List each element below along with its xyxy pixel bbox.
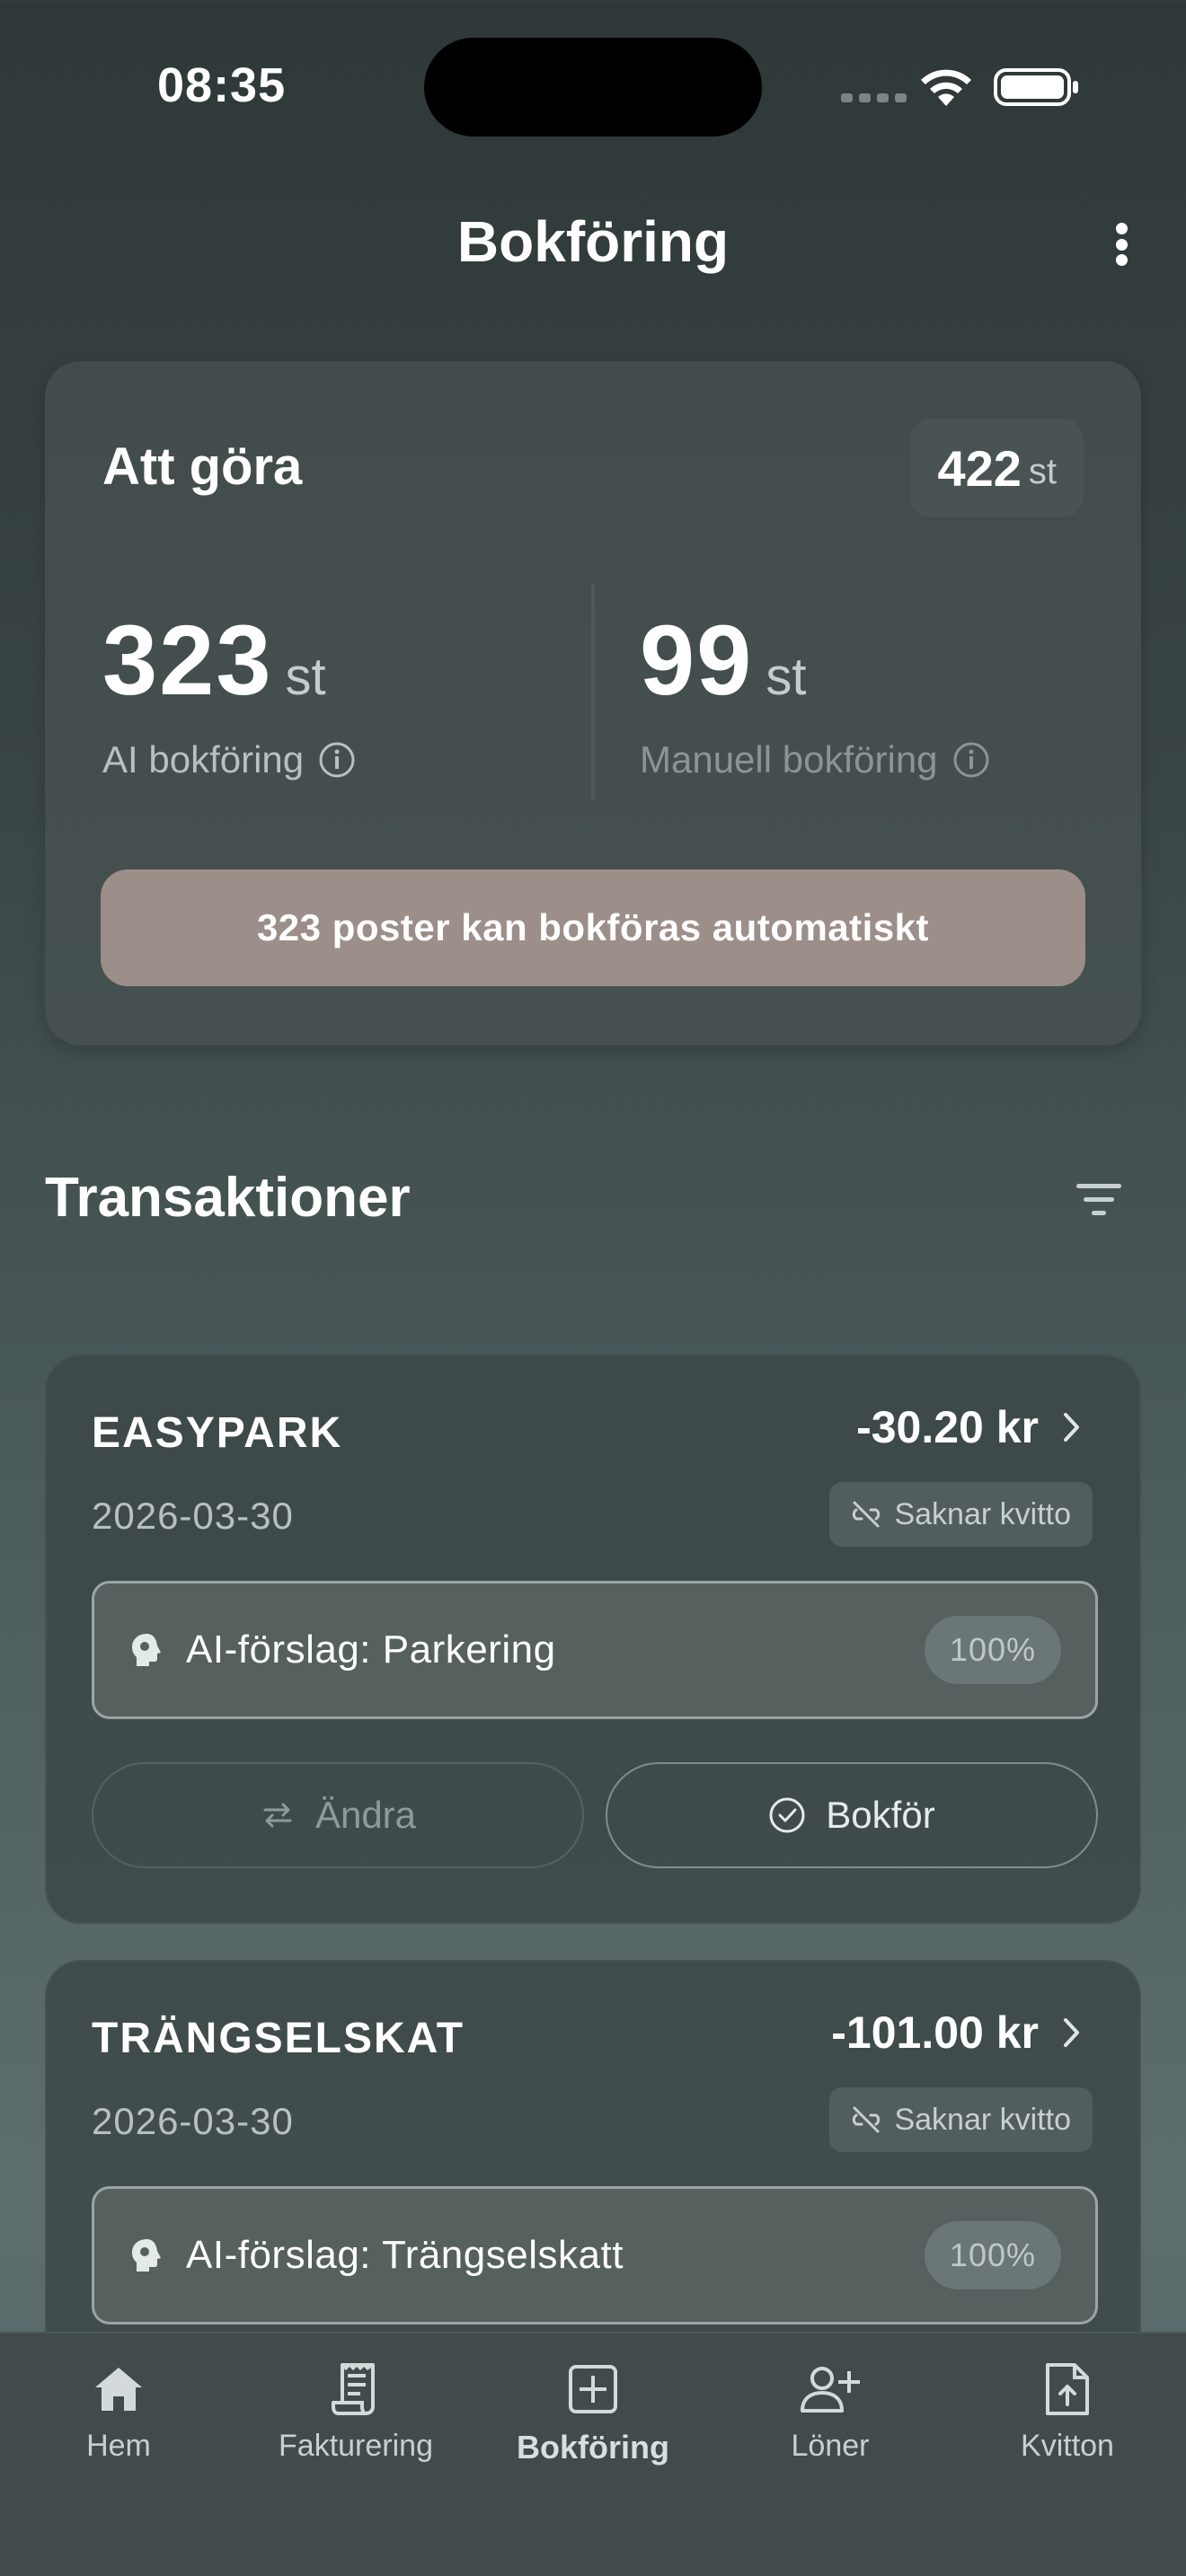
nav-label: Kvitton [1021, 2429, 1114, 2463]
manual-unit: st [766, 648, 807, 706]
total-unit: st [1028, 451, 1057, 491]
confidence-badge: 100% [924, 2221, 1061, 2289]
ai-suggestion-text: AI-förslag: Trängselskatt [186, 2233, 624, 2277]
change-button[interactable]: Ändra [92, 1762, 584, 1868]
nav-label: Löner [791, 2429, 870, 2463]
nav-item-receipts[interactable]: Kvitton [960, 2360, 1175, 2464]
todo-summary-card: Att göra 422 st 323st 99st AI bokföring … [45, 361, 1141, 1045]
plus-square-icon [569, 2365, 617, 2413]
ai-suggestion-box[interactable]: AI-förslag: Parkering 100% [92, 1581, 1098, 1719]
ai-unit: st [285, 648, 326, 706]
summary-title: Att göra [102, 437, 303, 496]
auto-book-button[interactable]: 323 poster kan bokföras automatiskt [101, 869, 1085, 986]
transaction-amount-row[interactable]: -30.20 kr [856, 1401, 1082, 1453]
link-off-icon [853, 2106, 881, 2133]
home-icon [95, 2368, 142, 2411]
missing-receipt-badge[interactable]: Saknar kvitto [829, 1482, 1093, 1547]
manual-count-stat[interactable]: 99st [640, 604, 806, 718]
missing-receipt-badge[interactable]: Saknar kvitto [829, 2087, 1093, 2152]
chevron-right-icon[interactable] [1062, 1411, 1082, 1443]
total-count: 422 [937, 439, 1022, 497]
nav-item-invoicing[interactable]: Fakturering [248, 2360, 464, 2464]
manual-count: 99 [640, 605, 754, 716]
ai-suggestion-box[interactable]: AI-förslag: Trängselskatt 100% [92, 2186, 1098, 2325]
nav-label: Fakturering [279, 2429, 433, 2463]
page-title: Bokföring [456, 209, 730, 274]
transaction-name: EASYPARK [92, 1409, 343, 1457]
ai-head-icon [132, 2239, 161, 2272]
change-label: Ändra [314, 1794, 417, 1836]
ai-suggestion-text: AI-förslag: Parkering [186, 1628, 556, 1672]
wifi-icon [921, 69, 971, 106]
receipt-status-text: Saknar kvitto [894, 1496, 1071, 1531]
transaction-date: 2026-03-30 [92, 1495, 294, 1537]
more-options-icon[interactable] [1102, 216, 1141, 273]
swap-icon [263, 1803, 292, 1828]
stat-divider [591, 584, 595, 799]
person-add-icon [801, 2367, 860, 2413]
total-count-badge: 422 st [910, 419, 1084, 517]
manual-label-text: Manuell bokföring [640, 738, 938, 781]
filter-icon[interactable] [1075, 1178, 1123, 1222]
info-icon[interactable] [952, 741, 990, 779]
ai-count-stat[interactable]: 323st [102, 604, 326, 718]
ai-count: 323 [102, 605, 273, 716]
invoice-icon [332, 2362, 375, 2415]
nav-label: Bokföring [517, 2429, 669, 2466]
status-bar: 08:35 [0, 0, 1186, 180]
nav-label: Hem [86, 2429, 151, 2463]
transactions-title: Transaktioner [45, 1167, 411, 1229]
cellular-signal-icon [841, 93, 907, 102]
nav-item-home[interactable]: Hem [11, 2360, 226, 2464]
chevron-right-icon[interactable] [1062, 2016, 1082, 2049]
transaction-card[interactable]: EASYPARK -30.20 kr 2026-03-30 Saknar kvi… [45, 1354, 1141, 1924]
transaction-name: TRÄNGSELSKAT [92, 2015, 465, 2062]
ai-label-text: AI bokföring [102, 738, 305, 781]
nav-item-payroll[interactable]: Löner [722, 2360, 938, 2464]
nav-item-bookkeeping[interactable]: Bokföring [485, 2360, 701, 2466]
transaction-amount: -101.00 kr [831, 2007, 1039, 2058]
file-upload-icon [1046, 2363, 1089, 2415]
book-button[interactable]: Bokför [606, 1762, 1098, 1868]
ai-bookkeeping-label: AI bokföring [102, 738, 356, 781]
transaction-amount: -30.20 kr [856, 1402, 1039, 1452]
link-off-icon [853, 1501, 881, 1528]
book-label: Bokför [826, 1794, 935, 1836]
check-circle-icon [769, 1797, 805, 1833]
bottom-navigation: Hem Fakturering Bokföring Löner Kvitton [0, 2332, 1186, 2576]
info-icon[interactable] [318, 741, 356, 779]
battery-icon [994, 68, 1078, 106]
dynamic-island [424, 38, 762, 137]
manual-bookkeeping-label: Manuell bokföring [640, 738, 990, 781]
transaction-date: 2026-03-30 [92, 2100, 294, 2142]
status-time: 08:35 [157, 58, 287, 112]
receipt-status-text: Saknar kvitto [894, 2102, 1071, 2137]
confidence-badge: 100% [924, 1616, 1061, 1684]
transaction-amount-row[interactable]: -101.00 kr [831, 2007, 1082, 2059]
ai-head-icon [132, 1634, 161, 1666]
